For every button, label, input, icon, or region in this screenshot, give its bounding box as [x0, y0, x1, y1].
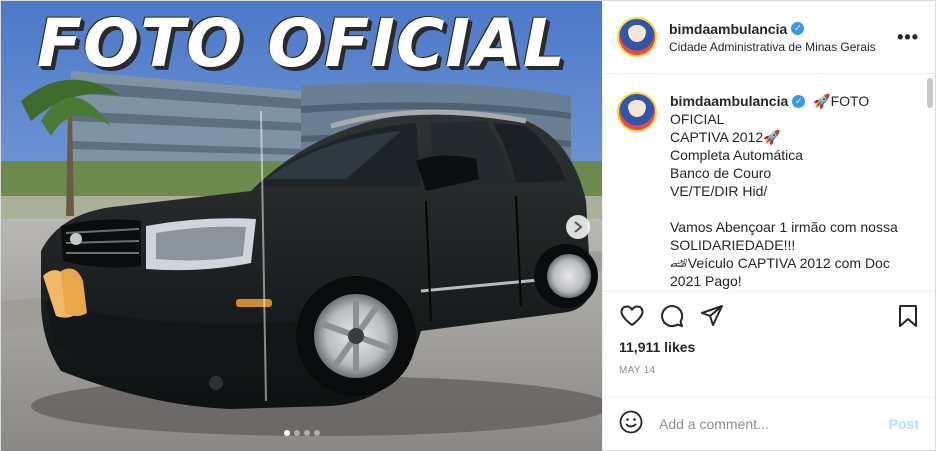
chevron-right-icon[interactable] — [566, 215, 590, 239]
carousel-dot[interactable] — [283, 430, 290, 436]
smiley-icon[interactable] — [619, 410, 643, 439]
caption-line: Banco de Couro — [670, 165, 772, 181]
post-date[interactable]: MAY 14 — [603, 365, 935, 397]
comment-bar: Post — [603, 397, 935, 450]
carousel-dot[interactable] — [313, 430, 320, 436]
overlay-title: FOTO OFICIAL — [36, 5, 567, 82]
scrollbar[interactable] — [927, 78, 933, 108]
likes-count[interactable]: 11,911 likes — [603, 339, 935, 359]
more-horizontal-icon[interactable]: ••• — [897, 27, 919, 48]
verified-badge-icon: ✓ — [791, 22, 805, 35]
avatar[interactable] — [617, 92, 657, 132]
instagram-post: FOTO OFICIAL bimdaambulancia ✓ Cidade Ad… — [0, 0, 936, 451]
username-row: bimdaambulancia ✓ — [669, 21, 897, 37]
post-media[interactable]: FOTO OFICIAL — [1, 1, 602, 451]
header-text: bimdaambulancia ✓ Cidade Administrativa … — [669, 21, 897, 54]
caption-username-link[interactable]: bimdaambulancia — [670, 92, 788, 110]
action-bar — [603, 291, 935, 339]
caption-line: 2021 Pago! — [670, 273, 742, 289]
carousel-dot[interactable] — [303, 430, 310, 436]
heart-icon[interactable] — [619, 303, 645, 329]
comments-section[interactable]: bimdaambulancia ✓ 🚀FOTO OFICIAL CAPTIVA … — [603, 74, 935, 291]
post-side-panel: bimdaambulancia ✓ Cidade Administrativa … — [602, 1, 935, 450]
caption-line: SOLIDARIEDADE!!! — [670, 237, 796, 253]
caption-username-row: bimdaambulancia ✓ — [670, 92, 806, 110]
carousel-dot[interactable] — [293, 430, 300, 436]
carousel-dots — [1, 430, 602, 436]
location-link[interactable]: Cidade Administrativa de Minas Gerais — [669, 40, 897, 54]
caption-line: Completa Automática — [670, 147, 804, 163]
caption-line: VE/TE/DIR Hid/ — [670, 183, 768, 199]
caption: bimdaambulancia ✓ 🚀FOTO OFICIAL CAPTIVA … — [617, 92, 919, 291]
caption-line — [670, 200, 919, 218]
avatar[interactable] — [617, 17, 657, 57]
caption-line: CAPTIVA 2012🚀 — [670, 129, 781, 145]
paper-plane-icon[interactable] — [699, 303, 725, 329]
comment-icon[interactable] — [659, 303, 685, 329]
verified-badge-icon: ✓ — [792, 94, 806, 108]
caption-text: bimdaambulancia ✓ 🚀FOTO OFICIAL CAPTIVA … — [670, 92, 919, 291]
caption-line: 🏎Veículo CAPTIVA 2012 com Doc — [670, 255, 890, 271]
post-comment-button[interactable]: Post — [889, 416, 919, 432]
username-link[interactable]: bimdaambulancia — [669, 21, 787, 37]
post-header: bimdaambulancia ✓ Cidade Administrativa … — [603, 1, 935, 74]
caption-line: Vamos Abençoar 1 irmão com nossa — [670, 219, 898, 235]
comment-input[interactable] — [659, 416, 889, 432]
bookmark-icon[interactable] — [895, 303, 921, 329]
